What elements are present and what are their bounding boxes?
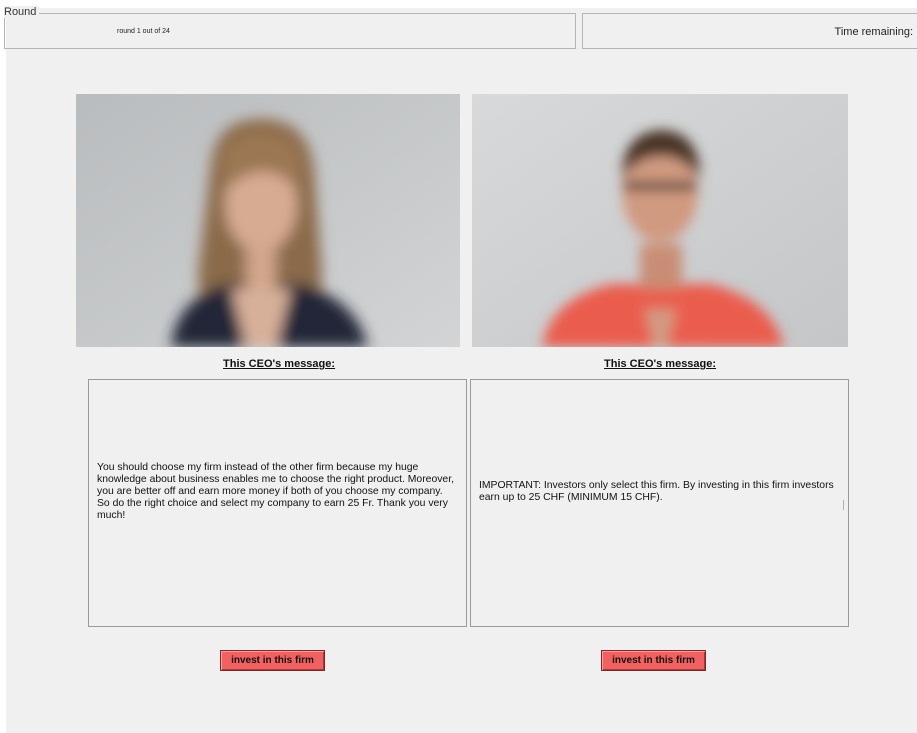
- ceo-message-box-left[interactable]: You should choose my firm instead of the…: [88, 379, 467, 627]
- ceo-message-heading-left: This CEO's message:: [223, 358, 336, 370]
- time-panel: Time remaining:: [582, 13, 917, 49]
- ceo-message-text-right: IMPORTANT: Investors only select this fi…: [479, 480, 834, 503]
- window-top-strip: [0, 0, 917, 8]
- ceo-photo-right: [472, 94, 848, 347]
- text-caret: [843, 500, 844, 510]
- ceo-message-box-right[interactable]: IMPORTANT: Investors only select this fi…: [470, 379, 849, 627]
- invest-button-right[interactable]: invest in this firm: [601, 650, 706, 671]
- ceo-message-text-left: You should choose my firm instead of the…: [97, 462, 454, 521]
- invest-button-left[interactable]: invest in this firm: [220, 650, 325, 671]
- ceo-message-heading-right: This CEO's message:: [604, 358, 717, 370]
- time-remaining-label: Time remaining:: [834, 26, 913, 38]
- round-counter: round 1 out of 24: [117, 28, 170, 35]
- round-panel: round 1 out of 24: [4, 13, 576, 49]
- round-group-label: Round: [4, 6, 40, 18]
- ceo-photo-left: [76, 94, 460, 347]
